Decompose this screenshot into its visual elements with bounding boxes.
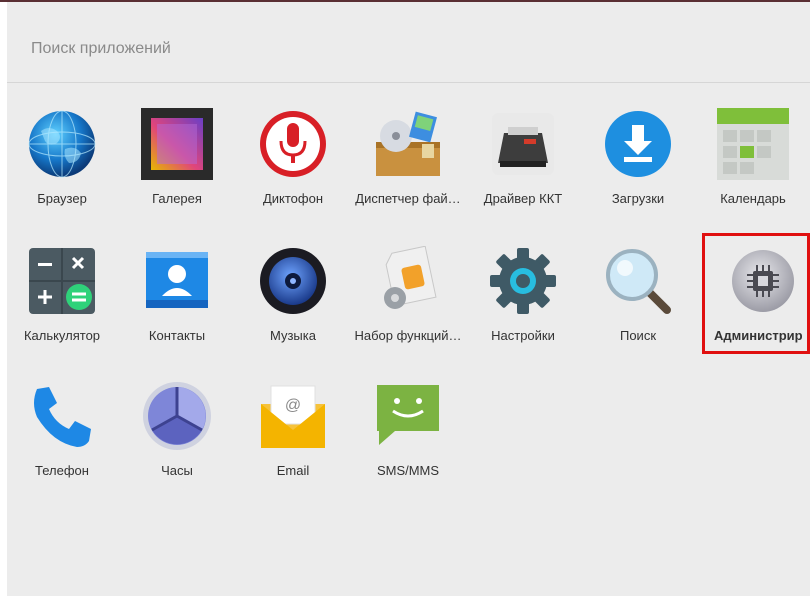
app-email[interactable]: @ Email	[238, 379, 348, 489]
app-file-manager[interactable]: Диспетчер фай…	[353, 107, 463, 217]
app-label: Телефон	[35, 463, 89, 478]
gallery-icon	[140, 107, 214, 181]
app-calendar[interactable]: Календарь	[698, 107, 808, 217]
highlight-frame	[702, 233, 810, 354]
search-bar[interactable]: Поиск приложений	[7, 2, 810, 83]
calendar-icon	[716, 107, 790, 181]
microphone-icon	[256, 107, 330, 181]
app-music[interactable]: Музыка	[238, 244, 348, 354]
app-phone[interactable]: Телефон	[7, 379, 117, 489]
app-sim-toolkit[interactable]: Набор функций…	[353, 244, 463, 354]
sim-toolkit-icon	[371, 244, 445, 318]
printer-icon	[486, 107, 560, 181]
phone-icon	[25, 379, 99, 453]
clock-icon	[140, 379, 214, 453]
app-downloads[interactable]: Загрузки	[583, 107, 693, 217]
app-label: Загрузки	[611, 191, 665, 206]
app-label: Галерея	[152, 191, 202, 206]
app-label: Музыка	[270, 328, 316, 343]
app-settings[interactable]: Настройки	[468, 244, 578, 354]
app-recorder[interactable]: Диктофон	[238, 107, 348, 217]
app-label: Диспетчер фай…	[355, 191, 461, 206]
speaker-icon	[256, 244, 330, 318]
app-label: Калькулятор	[23, 328, 101, 343]
magnifier-icon	[601, 244, 675, 318]
app-label: Настройки	[491, 328, 555, 343]
search-input-placeholder[interactable]: Поиск приложений	[31, 40, 171, 58]
app-label: SMS/MMS	[376, 463, 440, 478]
settings-gear-icon	[486, 244, 560, 318]
app-label: Календарь	[720, 191, 786, 206]
download-icon	[601, 107, 675, 181]
globe-icon	[25, 107, 99, 181]
app-browser[interactable]: Браузер	[7, 107, 117, 217]
app-label: Поиск	[619, 328, 657, 343]
svg-text:@: @	[285, 397, 301, 414]
app-search[interactable]: Поиск	[583, 244, 693, 354]
app-sms[interactable]: SMS/MMS	[353, 379, 463, 489]
app-label: Диктофон	[262, 191, 324, 206]
calculator-icon	[25, 244, 99, 318]
app-contacts[interactable]: Контакты	[122, 244, 232, 354]
app-kkt-driver[interactable]: Драйвер ККТ	[468, 107, 578, 217]
app-drawer: Поиск приложений Браузер Галерея Диктофо…	[7, 2, 810, 596]
app-clock[interactable]: Часы	[122, 379, 232, 489]
app-label: Набор функций…	[354, 328, 462, 343]
app-label: Браузер	[37, 191, 87, 206]
file-manager-icon	[371, 107, 445, 181]
email-icon: @	[256, 379, 330, 453]
contacts-icon	[140, 244, 214, 318]
left-edge	[0, 2, 7, 596]
app-calculator[interactable]: Калькулятор	[7, 244, 117, 354]
app-label: Контакты	[148, 328, 206, 343]
app-label: Драйвер ККТ	[483, 191, 563, 206]
app-gallery[interactable]: Галерея	[122, 107, 232, 217]
app-label: Часы	[161, 463, 193, 478]
app-label: Email	[276, 463, 310, 478]
sms-icon	[371, 379, 445, 453]
